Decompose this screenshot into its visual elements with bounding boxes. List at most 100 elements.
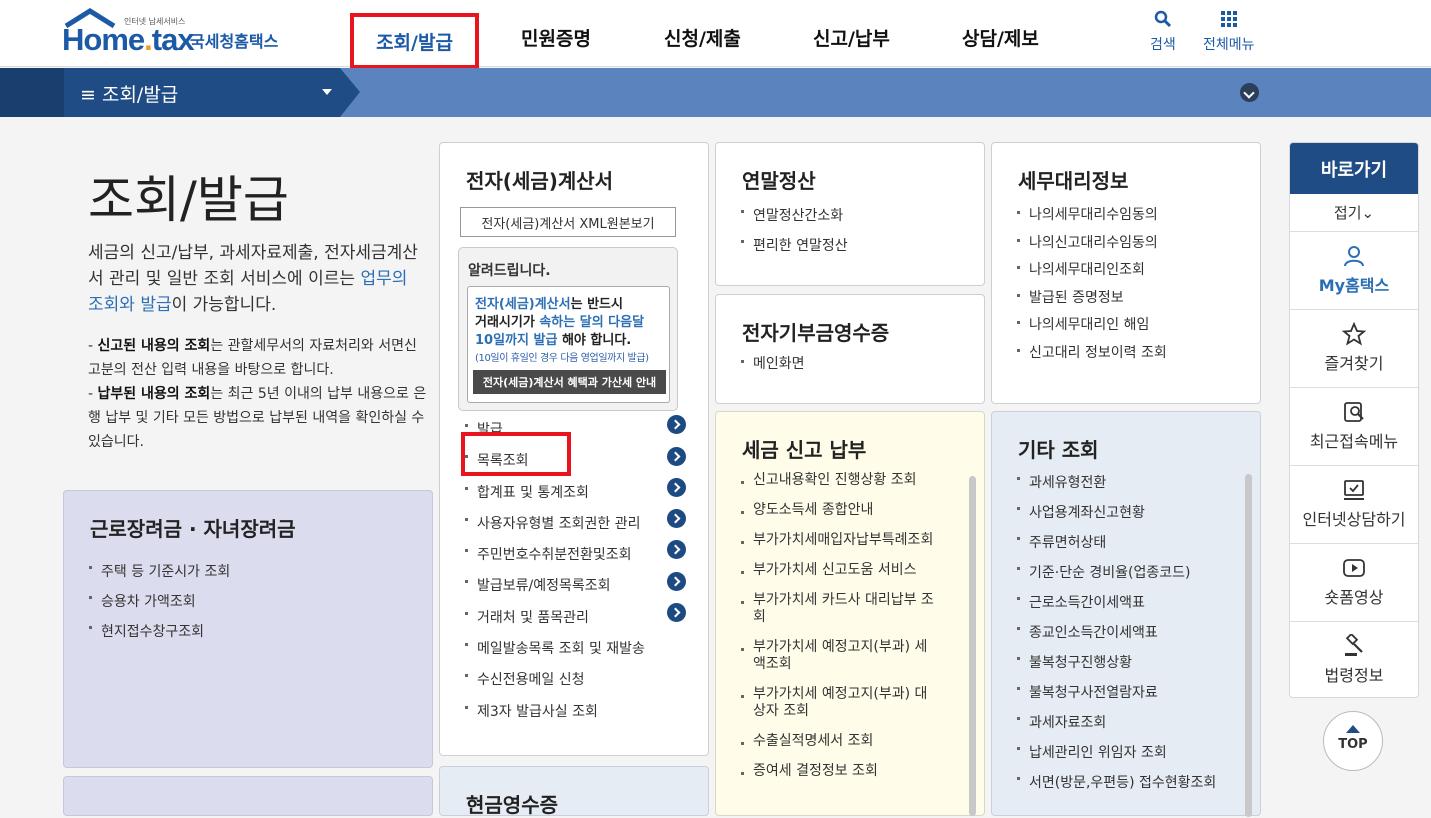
search-button[interactable]: 검색 <box>1150 10 1176 54</box>
list-item[interactable]: 양도소득세 종합안내 <box>741 502 934 519</box>
logo-brand-tax: tax <box>151 22 195 57</box>
hometax-logo[interactable]: 인터넷 납세서비스 Home.tax 국세청홈택스 <box>62 8 292 60</box>
list-item[interactable]: 합계표 및 통계조회 <box>465 478 645 509</box>
list-item[interactable]: 증여세 결정정보 조회 <box>741 763 934 780</box>
xml-view-button[interactable]: 전자(세금)계산서 XML원본보기 <box>460 207 676 237</box>
expand-arrow-icon[interactable] <box>667 509 686 528</box>
list-item[interactable]: 수출실적명세서 조회 <box>741 733 934 750</box>
list-item[interactable]: 기준·단순 경비율(업종코드) <box>1017 558 1216 588</box>
top-label: TOP <box>1338 737 1368 752</box>
card-title: 전자기부금영수증 <box>742 321 890 345</box>
list-item[interactable]: 불복청구진행상황 <box>1017 648 1216 678</box>
list-item[interactable]: 수신전용메일 신청 <box>465 665 645 696</box>
expand-arrow-icon[interactable] <box>667 478 686 497</box>
list-item[interactable]: 부가가치세매입자납부특례조회 <box>741 532 934 549</box>
note1-bold: 신고된 내용의 조회 <box>97 338 211 354</box>
person-icon <box>1344 246 1364 267</box>
list-item[interactable]: 부가가치세 예정고지(부과) 대 상자 조회 <box>741 686 934 720</box>
list-item[interactable]: 현지접수창구조회 <box>89 617 230 647</box>
list-item[interactable]: 과세자료조회 <box>1017 708 1216 738</box>
list-item[interactable]: 부가가치세 카드사 대리납부 조 회 <box>741 592 934 626</box>
nav-consult[interactable]: 상담/제보 <box>962 24 1039 51</box>
list-item[interactable]: 편리한 연말정산 <box>741 231 848 261</box>
sub-navigation-bar: ≡ 조회/발급 <box>0 68 1431 117</box>
section-title-label: 조회/발급 <box>101 84 179 106</box>
quick-favorites[interactable]: 즐겨찾기 <box>1290 310 1418 388</box>
list-item[interactable]: 사용자유형별 조회권한 관리 <box>465 509 645 540</box>
list-item[interactable]: 나의세무대리인 해임 <box>1017 312 1167 340</box>
note-paid: - 납부된 내용의 조회는 최근 5년 이내의 납부 내용으로 은행 납부 및 … <box>88 386 427 450</box>
notice-l1a: 전자(세금)계산서 <box>475 297 571 312</box>
list-item[interactable]: 발급보류/예정목록조회 <box>465 571 645 602</box>
list-item[interactable]: 사업용계좌신고현황 <box>1017 498 1216 528</box>
list-item[interactable]: 연말정산간소화 <box>741 201 848 231</box>
hamburger-icon: ≡ <box>80 84 102 106</box>
expand-down-icon[interactable] <box>1240 83 1259 102</box>
list-item[interactable]: 주류면허상태 <box>1017 528 1216 558</box>
list-item[interactable]: 종교인소득간이세액표 <box>1017 618 1216 648</box>
expand-arrow-icon[interactable] <box>667 603 686 622</box>
all-menu-button[interactable]: 전체메뉴 <box>1203 10 1255 54</box>
section-title[interactable]: ≡ 조회/발급 <box>80 80 178 107</box>
notice-line-2: 거래시기가 속하는 달의 다음달 <box>475 311 644 330</box>
list-item[interactable]: 근로소득간이세액표 <box>1017 588 1216 618</box>
section-dropdown-icon[interactable] <box>322 89 332 95</box>
other-list: 과세유형전환 사업용계좌신고현황 주류면허상태 기준·단순 경비율(업종코드) … <box>1017 468 1216 798</box>
benefit-penalty-button[interactable]: 전자(세금)계산서 혜택과 가산세 안내 <box>473 370 666 394</box>
quick-recent-menu[interactable]: 최근접속메뉴 <box>1290 388 1418 466</box>
notice-l2b: 속하는 달의 다음달 <box>539 315 645 330</box>
nav-inquiry-issue[interactable]: 조회/발급 <box>350 13 479 69</box>
card-tax-report-payment: 세금 신고 납부 신고내용확인 진행상황 조회 양도소득세 종합안내 부가가치세… <box>715 411 985 816</box>
expand-arrow-icon[interactable] <box>667 447 686 466</box>
expand-arrow-icon[interactable] <box>667 415 686 434</box>
gavel-icon <box>1345 634 1363 656</box>
list-item[interactable]: 과세유형전환 <box>1017 468 1216 498</box>
all-menu-label: 전체메뉴 <box>1203 37 1255 53</box>
list-item[interactable]: 발급된 증명정보 <box>1017 285 1167 313</box>
scrollbar[interactable] <box>969 476 976 816</box>
expand-arrow-icon[interactable] <box>667 540 686 559</box>
scrollbar[interactable] <box>1245 474 1252 817</box>
list-item[interactable]: 승용차 가액조회 <box>89 587 230 617</box>
list-item[interactable]: 거래처 및 품목관리 <box>465 603 645 634</box>
list-item[interactable]: 나의신고대리수임동의 <box>1017 230 1167 258</box>
logo-korean: 국세청홈택스 <box>190 32 279 51</box>
list-item[interactable]: 나의세무대리인조회 <box>1017 257 1167 285</box>
list-item[interactable]: 신고대리 정보이력 조회 <box>1017 340 1167 368</box>
list-item[interactable]: 메인화면 <box>741 351 805 377</box>
card-next-purple <box>63 776 433 816</box>
search-icon <box>1154 10 1171 28</box>
quick-my-hometax[interactable]: My홈택스 <box>1290 232 1418 310</box>
list-item[interactable]: 메일발송목록 조회 및 재발송 <box>465 634 645 665</box>
nav-application[interactable]: 신청/제출 <box>664 24 741 51</box>
list-item[interactable]: 제3자 발급사실 조회 <box>465 697 645 728</box>
logo-brand: Home.tax <box>62 22 195 58</box>
notice-inner: 전자(세금)계산서는 반드시 거래시기가 속하는 달의 다음달 10일까지 발급… <box>467 286 670 403</box>
quick-law-info[interactable]: 법령정보 <box>1290 622 1418 697</box>
list-item[interactable]: 서면(방문,우편등) 접수현황조회 <box>1017 768 1216 798</box>
list-item[interactable]: 주택 등 기준시가 조회 <box>89 557 230 587</box>
quick-label: 법령정보 <box>1324 666 1384 685</box>
quick-label: 즐겨찾기 <box>1324 354 1384 373</box>
list-item[interactable]: 불복청구사전열람자료 <box>1017 678 1216 708</box>
fold-button[interactable]: 접기 ⌄ <box>1290 194 1418 232</box>
nav-civil-certificate[interactable]: 민원증명 <box>521 24 591 51</box>
quick-online-consult[interactable]: 인터넷상담하기 <box>1290 466 1418 544</box>
monitor-icon <box>1344 480 1364 500</box>
card-tax-agent-info: 세무대리정보 나의세무대리수임동의 나의신고대리수임동의 나의세무대리인조회 발… <box>991 142 1261 404</box>
list-item[interactable]: 부가가치세 예정고지(부과) 세 액조회 <box>741 639 934 673</box>
play-icon <box>1343 559 1365 577</box>
nav-report-pay[interactable]: 신고/납부 <box>813 24 890 51</box>
list-item[interactable]: 납세관리인 위임자 조회 <box>1017 738 1216 768</box>
scroll-top-button[interactable]: TOP <box>1323 711 1383 771</box>
expand-arrow-icon[interactable] <box>667 572 686 591</box>
list-item[interactable]: 신고내용확인 진행상황 조회 <box>741 472 934 489</box>
yearend-list: 연말정산간소화 편리한 연말정산 <box>741 201 848 261</box>
list-item[interactable]: 나의세무대리수임동의 <box>1017 202 1167 230</box>
list-item[interactable]: 주민번호수취분전환및조회 <box>465 540 645 571</box>
notice-line-1: 전자(세금)계산서는 반드시 <box>475 293 623 312</box>
card-title: 근로장려금 · 자녀장려금 <box>90 517 296 541</box>
quick-short-video[interactable]: 숏폼영상 <box>1290 544 1418 622</box>
recent-icon <box>1344 402 1364 422</box>
list-item[interactable]: 부가가치세 신고도움 서비스 <box>741 562 934 579</box>
